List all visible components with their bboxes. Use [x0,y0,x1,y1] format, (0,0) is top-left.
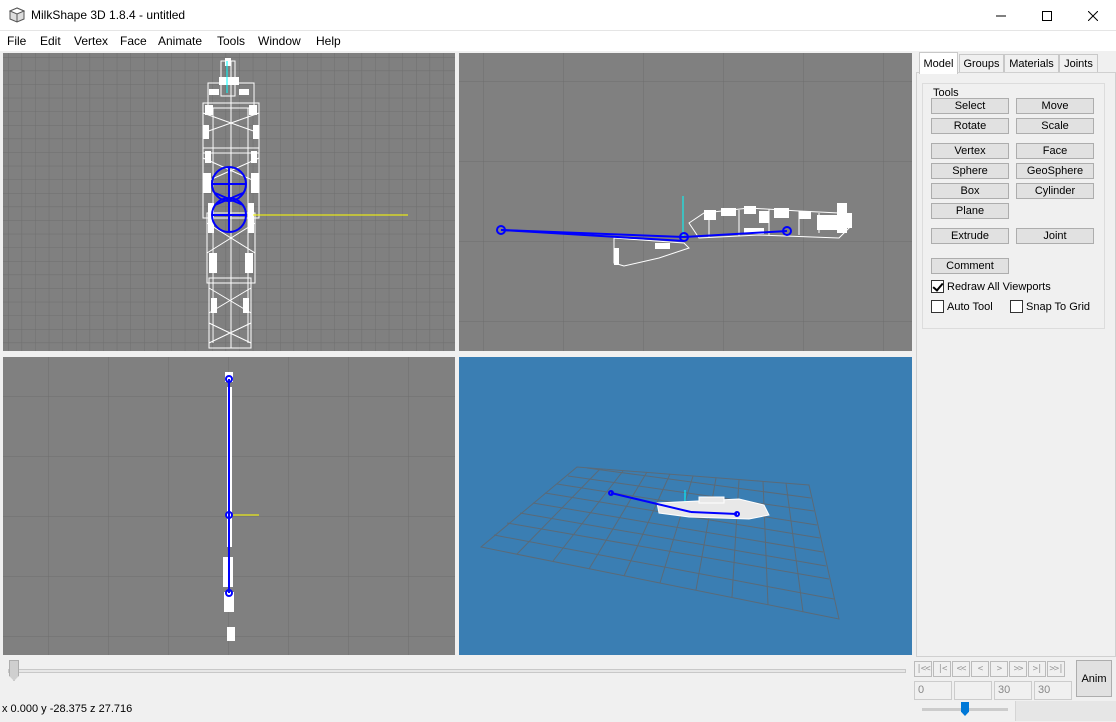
title-bar: MilkShape 3D 1.8.4 - untitled [0,0,1116,31]
sphere-button[interactable]: Sphere [931,163,1009,179]
minimize-icon [996,15,1006,16]
tool-panel: Model Groups Materials Joints Tools Sele… [916,51,1116,657]
last-frame-button[interactable]: >>| [1047,661,1065,677]
plane-button[interactable]: Plane [931,203,1009,219]
fast-forward-button[interactable]: >> [1009,661,1027,677]
checkbox-unchecked-icon [1010,300,1023,313]
menu-animate[interactable]: Animate [158,34,202,48]
snap-to-grid-label: Snap To Grid [1026,300,1091,313]
anim-button[interactable]: Anim [1076,660,1112,697]
menu-window[interactable]: Window [258,34,301,48]
geosphere-button[interactable]: GeoSphere [1016,163,1094,179]
next-key-button[interactable]: >| [1028,661,1046,677]
comment-button[interactable]: Comment [931,258,1009,274]
tab-joints[interactable]: Joints [1059,54,1098,73]
total-frames-field[interactable]: 30 [994,681,1032,700]
status-bar: x 0.000 y -28.375 z 27.716 [0,700,1116,722]
viewport-3d[interactable] [459,357,912,655]
extrude-button[interactable]: Extrude [931,228,1009,244]
rewind-button[interactable]: << [952,661,970,677]
vertex-button[interactable]: Vertex [931,143,1009,159]
redraw-all-viewports-label: Redraw All Viewports [947,280,1051,293]
milkshape-app-icon [9,7,25,23]
front-view-canvas [3,53,455,351]
model-tab-content: Tools Select Move Rotate Scale Vertex Fa… [916,72,1116,657]
checkbox-checked-icon [931,280,944,293]
maximize-button[interactable] [1024,0,1070,31]
auto-tool-label: Auto Tool [947,300,993,313]
frame-slider-track[interactable] [8,669,906,673]
auto-tool-checkbox[interactable]: Auto Tool [931,300,993,313]
prev-frame-button[interactable]: < [971,661,989,677]
viewport-front[interactable] [3,53,455,351]
side-view-canvas [459,53,912,351]
face-button[interactable]: Face [1016,143,1094,159]
snap-to-grid-checkbox[interactable]: Snap To Grid [1010,300,1090,313]
current-frame-field[interactable]: 0 [914,681,952,700]
maximize-icon [1042,10,1052,21]
coordinates-readout: x 0.000 y -28.375 z 27.716 [2,703,133,715]
redraw-all-viewports-checkbox[interactable]: Redraw All Viewports [931,280,1051,293]
prev-key-button[interactable]: |< [933,661,951,677]
box-button[interactable]: Box [931,183,1009,199]
select-button[interactable]: Select [931,98,1009,114]
tab-groups[interactable]: Groups [959,54,1004,73]
minimize-button[interactable] [978,0,1024,31]
first-frame-button[interactable]: |<< [914,661,932,677]
window-title: MilkShape 3D 1.8.4 - untitled [31,8,186,22]
tab-materials[interactable]: Materials [1004,54,1059,73]
end-frame-field[interactable]: 30 [1034,681,1072,700]
cylinder-button[interactable]: Cylinder [1016,183,1094,199]
next-frame-button[interactable]: > [990,661,1008,677]
scale-button[interactable]: Scale [1016,118,1094,134]
close-icon [1088,10,1098,21]
top-view-canvas [3,357,455,655]
menu-edit[interactable]: Edit [40,34,61,48]
tools-groupbox: Tools Select Move Rotate Scale Vertex Fa… [922,83,1105,329]
joint-button[interactable]: Joint [1016,228,1094,244]
frame-slider-thumb[interactable] [9,660,19,681]
zoom-slider-thumb[interactable] [961,702,969,716]
animation-timeline: |<< |< << < > >> >| >>| 0 30 30 Anim [0,657,1116,700]
perspective-view-canvas [479,466,840,620]
tab-model[interactable]: Model [919,52,958,74]
rotate-button[interactable]: Rotate [931,118,1009,134]
menu-vertex[interactable]: Vertex [74,34,108,48]
menu-tools[interactable]: Tools [217,34,245,48]
checkbox-unchecked-icon [931,300,944,313]
frame-field[interactable] [954,681,992,700]
viewport-side[interactable] [459,53,912,351]
status-panel [1015,701,1116,721]
menu-file[interactable]: File [7,34,26,48]
viewport-top[interactable] [3,357,455,655]
close-button[interactable] [1070,0,1116,31]
menu-bar: File Edit Vertex Face Animate Tools Wind… [0,31,1116,51]
move-button[interactable]: Move [1016,98,1094,114]
menu-face[interactable]: Face [120,34,147,48]
menu-help[interactable]: Help [316,34,341,48]
perspective-grid [479,466,840,620]
